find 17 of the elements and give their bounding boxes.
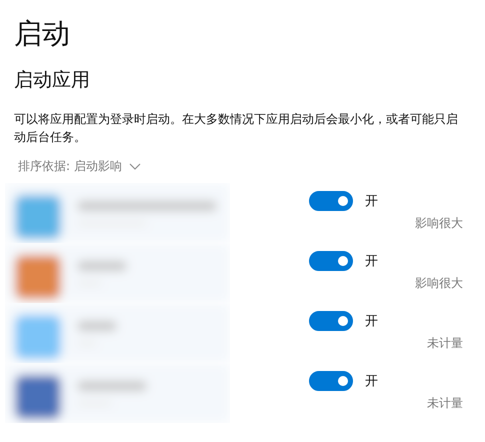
impact-label: 未计量 xyxy=(426,395,463,412)
toggle-switch[interactable] xyxy=(309,371,353,391)
toggle-switch[interactable] xyxy=(309,251,353,271)
switch-label: 开 xyxy=(365,373,378,390)
sort-dropdown[interactable]: 排序依据: 启动影响 xyxy=(18,158,141,175)
impact-label: 影响很大 xyxy=(414,275,463,292)
page-title: 启动 xyxy=(14,16,71,52)
toggle-switch[interactable] xyxy=(309,191,353,211)
switch-label: 开 xyxy=(365,193,378,210)
section-title: 启动应用 xyxy=(14,68,91,93)
impact-label: 影响很大 xyxy=(414,215,463,232)
chevron-down-icon xyxy=(128,163,141,170)
impact-label: 未计量 xyxy=(426,335,463,352)
toggle-switch[interactable] xyxy=(309,311,353,331)
description: 可以将应用配置为登录时启动。在大多数情况下应用启动后会最小化，或者可能只启动后台任务。 xyxy=(14,111,459,146)
switch-label: 开 xyxy=(365,313,378,330)
switch-label: 开 xyxy=(365,253,378,270)
